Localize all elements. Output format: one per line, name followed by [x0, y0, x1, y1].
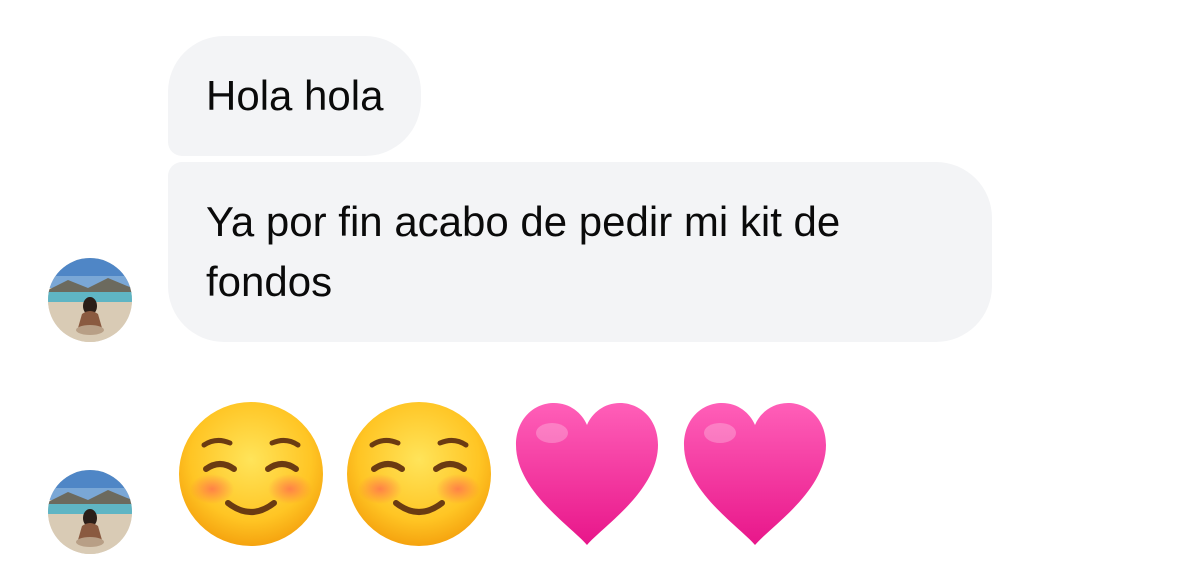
smiling-blush-face-icon	[344, 399, 494, 549]
message-bubble[interactable]: Ya por fin acabo de pedir mi kit de fond…	[168, 162, 992, 342]
smiling-blush-face-icon	[176, 399, 326, 549]
message-text: Ya por fin acabo de pedir mi kit de fond…	[206, 198, 841, 305]
message-text: Hola hola	[206, 72, 384, 119]
pink-heart-icon	[512, 399, 662, 549]
sender-avatar[interactable]	[48, 258, 132, 342]
pink-heart-icon	[680, 399, 830, 549]
message-bubble[interactable]: Hola hola	[168, 36, 422, 156]
beach-photo-avatar	[48, 470, 132, 554]
sender-avatar[interactable]	[48, 470, 132, 554]
beach-photo-avatar	[48, 258, 132, 342]
